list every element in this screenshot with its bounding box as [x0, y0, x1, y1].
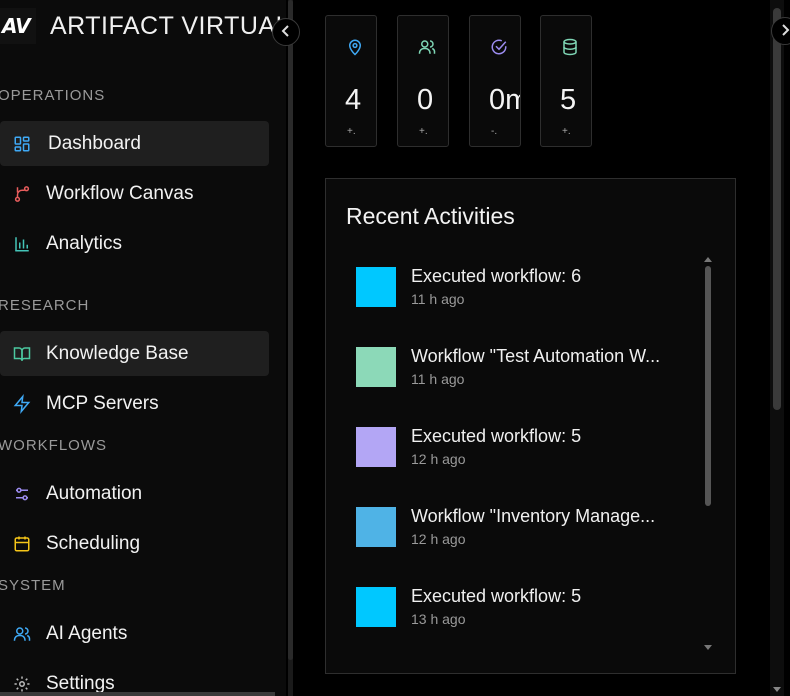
stat-change: -.	[491, 126, 498, 137]
activity-title: Executed workflow: 5	[411, 586, 582, 606]
activity-time: 12 h ago	[411, 531, 466, 547]
sidebar-horizontal-scrollbar[interactable]	[0, 692, 275, 696]
main-scrollbar[interactable]	[770, 0, 784, 696]
activity-title: Workflow "Test Automation W...	[411, 346, 661, 366]
stat-card[interactable]: 0 +.	[397, 15, 449, 147]
activity-time: 11 h ago	[411, 291, 465, 307]
activity-time: 11 h ago	[411, 371, 465, 387]
section-label-operations: OPERATIONS	[0, 87, 106, 104]
brand-logo: AV	[0, 8, 36, 44]
recent-activities-panel: Recent Activities Executed workflow: 6 1…	[325, 178, 736, 674]
sidebar-item-analytics[interactable]: Analytics	[0, 221, 269, 266]
stat-card[interactable]: 4 +.	[325, 15, 377, 147]
activities-scrollbar[interactable]	[705, 266, 711, 506]
grid-icon	[12, 134, 32, 154]
scroll-down-arrow[interactable]	[704, 645, 712, 650]
list-item[interactable]: Executed workflow: 6 11 h ago	[356, 259, 696, 319]
scroll-up-arrow[interactable]	[704, 257, 712, 262]
activity-title: Executed workflow: 6	[411, 266, 582, 286]
activity-color-tag	[356, 347, 396, 387]
stat-value: 0m	[489, 84, 520, 116]
activity-title: Executed workflow: 5	[411, 426, 582, 446]
sidebar: AV ARTIFACT VIRTUAL OPERATIONS Dashboard…	[0, 0, 286, 696]
activity-color-tag	[356, 587, 396, 627]
activity-color-tag	[356, 267, 396, 307]
activity-time: 12 h ago	[411, 451, 466, 467]
sidebar-item-ai-agents[interactable]: AI Agents	[0, 611, 269, 656]
activity-time: 13 h ago	[411, 611, 466, 627]
stat-change: +.	[347, 126, 356, 137]
sidebar-item-label: Analytics	[46, 232, 123, 254]
sidebar-item-mcp-servers[interactable]: MCP Servers	[0, 381, 269, 426]
section-label-system: SYSTEM	[0, 577, 66, 594]
scrollbar-thumb[interactable]	[773, 8, 781, 410]
sidebar-item-label: Dashboard	[48, 132, 141, 154]
panel-title: Recent Activities	[346, 203, 515, 229]
calendar-icon	[12, 534, 32, 554]
list-item[interactable]: Workflow "Test Automation W... 11 h ago	[356, 339, 696, 399]
check-circle-icon	[490, 38, 508, 56]
sidebar-item-label: Knowledge Base	[46, 342, 189, 364]
stat-value: 5	[560, 84, 577, 116]
stat-change: +.	[562, 126, 571, 137]
sidebar-scrollbar[interactable]	[288, 0, 293, 696]
stat-card[interactable]: 5 +.	[540, 15, 592, 147]
stat-card[interactable]: 0m -.	[469, 15, 521, 147]
brand[interactable]: AV ARTIFACT VIRTUAL	[0, 6, 286, 46]
zap-icon	[12, 393, 32, 414]
sidebar-item-label: Automation	[46, 482, 143, 504]
sidebar-item-label: MCP Servers	[46, 392, 159, 414]
sidebar-item-settings[interactable]: Settings	[0, 661, 269, 696]
sidebar-item-label: Scheduling	[46, 532, 141, 554]
database-icon	[561, 38, 579, 56]
section-label-research: RESEARCH	[0, 297, 90, 314]
users-icon	[418, 38, 436, 56]
bar-chart-icon	[12, 234, 32, 254]
sidebar-item-dashboard[interactable]: Dashboard	[0, 121, 269, 166]
section-label-workflows: WORKFLOWS	[0, 437, 107, 454]
list-item[interactable]: Workflow "Inventory Manage... 12 h ago	[356, 499, 696, 559]
brand-name: ARTIFACT VIRTUAL	[50, 11, 286, 40]
stat-value: 0	[417, 84, 434, 116]
list-item[interactable]: Executed workflow: 5 12 h ago	[356, 419, 696, 479]
activity-color-tag	[356, 507, 396, 547]
map-pin-icon	[346, 38, 364, 56]
list-item[interactable]: Executed workflow: 5 13 h ago	[356, 579, 696, 639]
book-open-icon	[12, 344, 32, 364]
scrollbar-thumb[interactable]	[288, 0, 293, 660]
git-branch-icon	[12, 184, 32, 204]
sidebar-item-scheduling[interactable]: Scheduling	[0, 521, 269, 566]
sidebar-item-automation[interactable]: Automation	[0, 471, 269, 516]
sidebar-item-workflow-canvas[interactable]: Workflow Canvas	[0, 171, 269, 216]
sliders-icon	[12, 484, 32, 504]
scroll-down-arrow[interactable]	[773, 687, 781, 692]
chevron-right-icon	[780, 23, 790, 39]
users-icon	[12, 624, 32, 644]
stat-value: 4	[345, 84, 362, 116]
sidebar-item-label: AI Agents	[46, 622, 128, 644]
gear-icon	[12, 674, 32, 694]
main-content: 4 +. 0 +. 0m -. 5 +. Recent Activities E…	[295, 0, 790, 696]
sidebar-item-knowledge-base[interactable]: Knowledge Base	[0, 331, 269, 376]
activity-color-tag	[356, 427, 396, 467]
collapse-sidebar-button[interactable]	[272, 18, 300, 46]
chevron-left-icon	[281, 24, 291, 40]
stat-change: +.	[419, 126, 428, 137]
sidebar-item-label: Workflow Canvas	[46, 182, 194, 204]
activity-title: Workflow "Inventory Manage...	[411, 506, 656, 526]
